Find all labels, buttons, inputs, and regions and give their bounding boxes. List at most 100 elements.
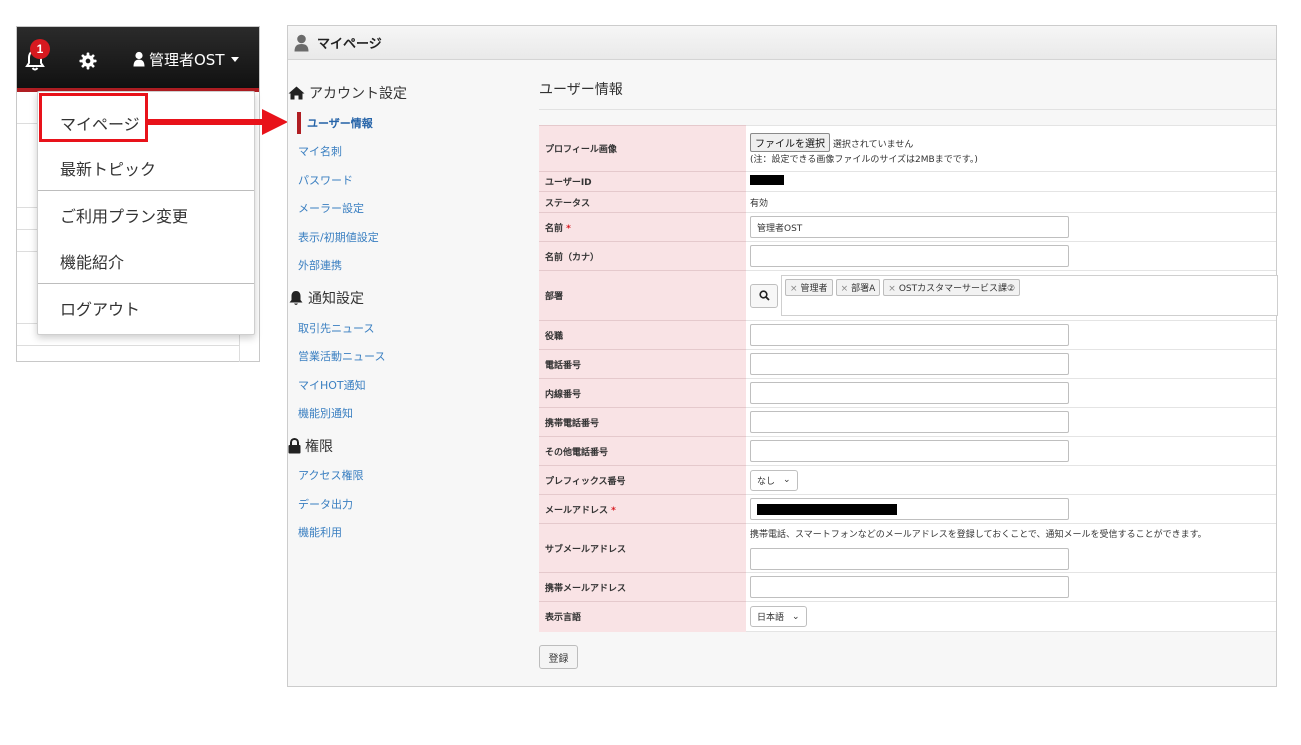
form-row-other-phone: その他電話番号 bbox=[539, 436, 1276, 466]
form-row-prefix: プレフィックス番号 なし ⌄ bbox=[539, 465, 1276, 495]
field-label: 携帯メールアドレス bbox=[539, 572, 746, 602]
menu-item-plan-change[interactable]: ご利用プラン変更 bbox=[38, 192, 254, 238]
user-menu-toggle[interactable]: 管理者OST bbox=[133, 47, 239, 71]
redacted-user-id bbox=[750, 175, 784, 185]
nav-item-mailer[interactable]: メーラー設定 bbox=[298, 200, 364, 216]
menu-item-logout[interactable]: ログアウト bbox=[38, 285, 254, 331]
nav-section-label: 権限 bbox=[305, 439, 333, 455]
search-icon bbox=[758, 290, 770, 301]
nav-item-feature-usage[interactable]: 機能利用 bbox=[298, 524, 342, 540]
other-phone-input[interactable] bbox=[750, 440, 1069, 462]
sub-email-input[interactable] bbox=[750, 547, 1069, 570]
nav-section-account: アカウント設定 bbox=[288, 83, 407, 103]
active-indicator bbox=[297, 112, 301, 134]
menu-item-latest-topics[interactable]: 最新トピック bbox=[38, 145, 254, 191]
required-mark: * bbox=[566, 223, 571, 234]
menu-divider bbox=[38, 190, 254, 191]
file-status: 選択されていません bbox=[832, 139, 914, 150]
user-info-form: プロフィール画像 ファイルを選択 選択されていません (注：設定できる画像ファイ… bbox=[539, 125, 1278, 632]
form-row-language: 表示言語 日本語 ⌄ bbox=[539, 601, 1276, 632]
extension-input[interactable] bbox=[750, 382, 1069, 404]
department-tag: × 部署A bbox=[835, 279, 881, 296]
field-label: プロフィール画像 bbox=[539, 125, 746, 172]
file-select-button[interactable]: ファイルを選択 bbox=[750, 132, 830, 152]
department-tags[interactable]: × 管理者 × 部署A × OSTカスタマーサービス課② bbox=[781, 275, 1278, 316]
form-row-extension: 内線番号 bbox=[539, 378, 1276, 408]
form-row-email: メールアドレス * bbox=[539, 494, 1276, 524]
form-row-title: 役職 bbox=[539, 320, 1276, 350]
tag-remove-icon[interactable]: × bbox=[888, 284, 896, 294]
nav-item-access[interactable]: アクセス権限 bbox=[298, 467, 363, 483]
home-icon bbox=[288, 86, 305, 100]
form-row-profile-image: プロフィール画像 ファイルを選択 選択されていません (注：設定できる画像ファイ… bbox=[539, 125, 1276, 172]
field-label: 名前 bbox=[545, 223, 564, 234]
email-input[interactable] bbox=[750, 498, 1069, 520]
mypage-panel: マイページ アカウント設定 ユーザー情報 マイ名刺 パスワード メーラー設定 表… bbox=[287, 25, 1278, 687]
status-value: 有効 bbox=[746, 191, 1276, 213]
form-row-department: 部署 × 管理者 × 部署A × OSTカスタマーサービス課② bbox=[539, 270, 1278, 321]
mobile-email-input[interactable] bbox=[750, 576, 1069, 598]
form-row-kana: 名前（カナ） bbox=[539, 241, 1276, 271]
pointer-arrow-shaft bbox=[148, 119, 264, 125]
field-label: メールアドレス bbox=[545, 505, 609, 516]
form-row-status: ステータス 有効 bbox=[539, 191, 1276, 213]
department-search-button[interactable] bbox=[750, 283, 778, 308]
phone-input[interactable] bbox=[750, 353, 1069, 375]
user-icon bbox=[294, 34, 309, 51]
field-label: 部署 bbox=[539, 270, 746, 321]
file-size-note: (注：設定できる画像ファイルのサイズは2MBまでです。) bbox=[750, 154, 978, 165]
nav-section-permission: 権限 bbox=[288, 436, 333, 456]
content-title: ユーザー情報 bbox=[539, 82, 623, 98]
chevron-down-icon: ⌄ bbox=[783, 475, 791, 485]
nav-item-feature-notify[interactable]: 機能別通知 bbox=[298, 405, 353, 421]
department-tag: × OSTカスタマーサービス課② bbox=[883, 279, 1021, 296]
department-tag: × 管理者 bbox=[785, 279, 833, 296]
user-menu-label: 管理者OST bbox=[149, 50, 225, 69]
field-label: ステータス bbox=[539, 191, 746, 213]
title-input[interactable] bbox=[750, 324, 1069, 346]
nav-item-my-hot[interactable]: マイHOT通知 bbox=[298, 377, 366, 393]
nav-item-my-card[interactable]: マイ名刺 bbox=[298, 143, 342, 159]
menu-divider bbox=[38, 283, 254, 284]
field-label: その他電話番号 bbox=[539, 436, 746, 466]
pointer-arrow-icon bbox=[262, 109, 288, 135]
field-label: プレフィックス番号 bbox=[539, 465, 746, 495]
nav-section-label: 通知設定 bbox=[308, 291, 364, 307]
nav-item-sales-news[interactable]: 営業活動ニュース bbox=[298, 348, 385, 364]
page-title: マイページ bbox=[317, 37, 382, 52]
field-label: ユーザーID bbox=[539, 171, 746, 192]
form-row-name: 名前 * 管理者OST bbox=[539, 212, 1276, 242]
bell-icon bbox=[289, 291, 303, 305]
nav-item-display-defaults[interactable]: 表示/初期値設定 bbox=[298, 229, 379, 245]
kana-input[interactable] bbox=[750, 245, 1069, 267]
name-input[interactable]: 管理者OST bbox=[750, 216, 1069, 238]
nav-item-user-info[interactable]: ユーザー情報 bbox=[307, 115, 373, 131]
register-button[interactable]: 登録 bbox=[539, 645, 578, 669]
field-label: サブメールアドレス bbox=[539, 523, 746, 573]
tag-remove-icon[interactable]: × bbox=[841, 284, 849, 294]
redacted-email bbox=[757, 503, 897, 515]
mobile-input[interactable] bbox=[750, 411, 1069, 433]
nav-section-label: アカウント設定 bbox=[309, 86, 407, 102]
language-select[interactable]: 日本語 ⌄ bbox=[750, 606, 807, 627]
form-row-mobile-email: 携帯メールアドレス bbox=[539, 572, 1276, 602]
global-header-bar: 1 管理者OST bbox=[17, 27, 259, 92]
field-label: 名前（カナ） bbox=[539, 241, 746, 271]
prefix-select[interactable]: なし ⌄ bbox=[750, 469, 798, 491]
gear-icon[interactable] bbox=[79, 52, 97, 70]
form-row-mobile: 携帯電話番号 bbox=[539, 407, 1276, 437]
nav-item-client-news[interactable]: 取引先ニュース bbox=[298, 320, 374, 336]
nav-item-password[interactable]: パスワード bbox=[298, 172, 353, 188]
tag-remove-icon[interactable]: × bbox=[790, 284, 798, 294]
form-row-phone: 電話番号 bbox=[539, 349, 1276, 379]
field-label: 役職 bbox=[539, 320, 746, 350]
nav-item-data-export[interactable]: データ出力 bbox=[298, 496, 353, 512]
required-mark: * bbox=[611, 505, 616, 516]
title-divider bbox=[539, 109, 1276, 110]
form-row-sub-email: サブメールアドレス 携帯電話、スマートフォンなどのメールアドレスを登録しておくこ… bbox=[539, 523, 1276, 573]
sub-email-note: 携帯電話、スマートフォンなどのメールアドレスを登録しておくことで、通知メールを受… bbox=[750, 529, 1207, 540]
highlight-box bbox=[39, 93, 148, 142]
menu-item-features[interactable]: 機能紹介 bbox=[38, 238, 254, 284]
nav-item-external[interactable]: 外部連携 bbox=[298, 257, 342, 273]
user-icon bbox=[133, 51, 145, 67]
